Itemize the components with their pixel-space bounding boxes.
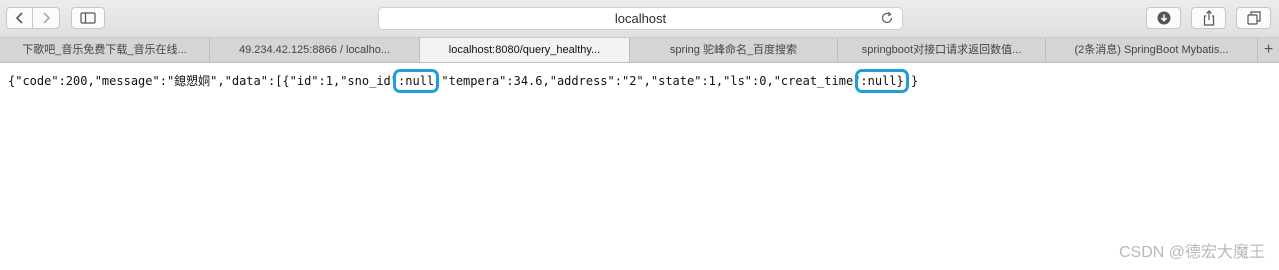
share-button[interactable]: [1191, 7, 1226, 29]
reload-button[interactable]: [880, 11, 894, 28]
json-segment: ,"tempera":34.6,"address":"2","state":1,…: [434, 74, 861, 88]
tab-baidu-search[interactable]: spring 驼峰命名_百度搜索: [630, 38, 838, 62]
plus-icon: +: [1263, 41, 1274, 58]
sidebar-button[interactable]: [71, 7, 105, 29]
json-segment: {"code":200,"message":"鎴愬姛","data":[{"id…: [8, 74, 399, 88]
share-icon: [1203, 10, 1214, 26]
json-response: {"code":200,"message":"鎴愬姛","data":[{"id…: [8, 69, 919, 93]
tab-bar: 下歌吧_音乐免费下载_音乐在线... 49.234.42.125:8866 / …: [0, 38, 1279, 63]
new-tab-button[interactable]: +: [1258, 38, 1279, 62]
csdn-watermark: CSDN @德宏大魔王: [1118, 244, 1265, 261]
json-segment: ]}: [903, 74, 919, 88]
forward-icon: [43, 12, 51, 24]
tab-phpmyadmin[interactable]: 49.234.42.125:8866 / localho...: [210, 38, 420, 62]
tabs-icon: [1246, 11, 1261, 25]
navigation-buttons: [6, 7, 60, 29]
downloads-button[interactable]: [1146, 7, 1181, 29]
highlight-creat-time-null: :null}: [855, 69, 909, 93]
browser-toolbar: localhost: [0, 0, 1279, 38]
highlight-sno-id-null: :null: [392, 69, 440, 93]
address-text: localhost: [614, 11, 667, 26]
tab-springboot-mybatis[interactable]: (2条消息) SpringBoot Mybatis...: [1046, 38, 1258, 62]
address-bar[interactable]: localhost: [378, 7, 903, 30]
back-icon: [15, 12, 23, 24]
tab-query-healthy[interactable]: localhost:8080/query_healthy...: [420, 38, 630, 62]
show-tabs-button[interactable]: [1236, 7, 1271, 29]
download-icon: [1157, 11, 1170, 25]
tab-springboot-response[interactable]: springboot对接口请求返回数值...: [838, 38, 1046, 62]
back-button[interactable]: [6, 7, 33, 29]
sidebar-icon: [80, 12, 96, 24]
reload-icon: [881, 11, 893, 24]
forward-button[interactable]: [33, 7, 60, 29]
tab-xiageba[interactable]: 下歌吧_音乐免费下载_音乐在线...: [0, 38, 210, 62]
